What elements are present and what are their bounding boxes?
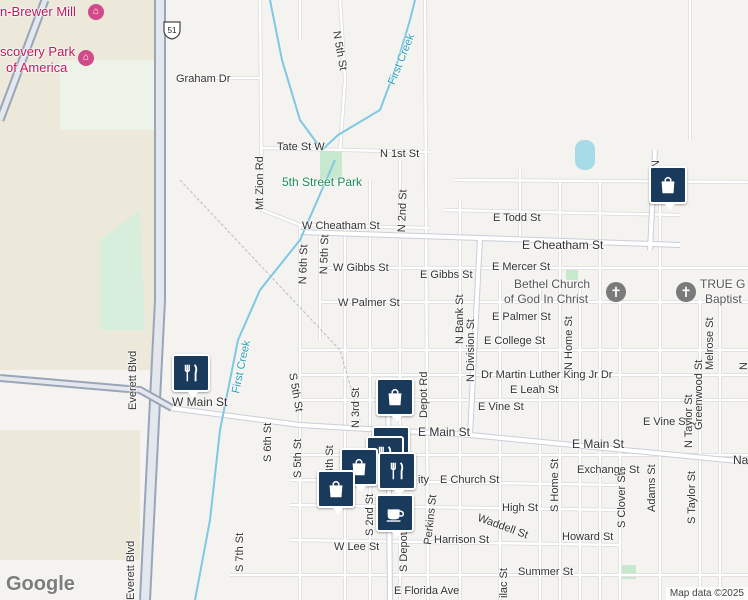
shopping-bag-icon — [329, 480, 343, 498]
shopping-marker[interactable] — [376, 378, 414, 422]
street-label: N Taylor St — [683, 394, 695, 448]
street-label: W Gibbs St — [333, 262, 389, 274]
street-label: Graham Dr — [176, 73, 231, 85]
fork-knife-icon — [184, 364, 198, 382]
street-label: N 3rd St — [350, 387, 362, 428]
museum-icon[interactable]: ⌂ — [78, 50, 94, 66]
street-label: W Cheatham St — [302, 220, 380, 232]
svg-text:51: 51 — [168, 26, 177, 35]
map-canvas[interactable]: 51 n-Brewer Mill ⌂ scovery Park of Ameri… — [0, 0, 748, 600]
street-label: Dr Martin Luther King Jr Dr — [481, 369, 613, 381]
street-label: N 2nd St — [396, 189, 410, 233]
street-label: Howard St — [562, 531, 614, 543]
poi-mill-label[interactable]: n-Brewer Mill — [0, 5, 76, 18]
street-label: S Clover St — [616, 472, 628, 528]
street-label: Depot Rd — [418, 371, 430, 418]
street-label: E Main St — [418, 425, 471, 439]
us-highway-shield: 51 — [163, 21, 181, 40]
street-label: E Palmer St — [492, 311, 551, 323]
church-icon[interactable]: ✝ — [606, 282, 626, 302]
street-label: N 6th St — [297, 244, 311, 285]
street-label: Na — [733, 453, 748, 467]
street-label: E Florida Ave — [394, 585, 460, 597]
street-label: S Home St — [549, 458, 561, 512]
street-label: N 5th St — [318, 234, 332, 275]
street-label: S 2nd St — [364, 493, 376, 536]
fork-knife-icon — [390, 462, 404, 480]
street-label: W Palmer St — [338, 297, 400, 309]
street-label: S Depot — [398, 532, 410, 572]
street-label: Mt Zion Rd — [254, 156, 266, 210]
street-label: E Vine St — [643, 416, 689, 428]
street-label: E Leah St — [510, 384, 559, 396]
street-label: Harrison St — [434, 534, 490, 546]
street-label: ilac St — [498, 568, 510, 598]
street-label: High St — [502, 502, 539, 514]
shopping-marker[interactable] — [649, 166, 687, 210]
shopping-bag-icon — [388, 388, 402, 406]
restaurant-marker[interactable] — [378, 452, 416, 496]
church-icon[interactable]: ✝ — [676, 282, 696, 302]
street-label: S 5th St — [292, 438, 304, 478]
street-label: E Gibbs St — [420, 269, 473, 281]
google-logo[interactable]: Google — [6, 573, 75, 596]
street-label: S 7th St — [234, 532, 246, 572]
street-label: E College St — [484, 335, 546, 347]
street-label: Everett Blvd — [125, 540, 137, 600]
street-label: E Church St — [440, 474, 500, 486]
poi-discovery-park-label-2[interactable]: of America — [6, 61, 67, 74]
street-label: S 6th St — [262, 422, 274, 462]
street-label: W Main St — [172, 395, 228, 409]
poi-true-church-label-1[interactable]: TRUE G — [700, 278, 745, 290]
street-label: S Taylor St — [686, 471, 698, 524]
shopping-marker[interactable] — [317, 470, 355, 514]
street-label: Everett Blvd — [127, 350, 139, 410]
discovery-park-area — [60, 60, 155, 130]
street-label: N — [738, 362, 748, 370]
street-label: Exchange St — [577, 464, 640, 476]
museum-icon[interactable]: ⌂ — [88, 4, 104, 20]
street-label: Melrose St — [704, 317, 716, 370]
street-label: E Mercer St — [492, 261, 551, 273]
street-label: Tate St W — [277, 141, 325, 153]
poi-5th-street-park-label[interactable]: 5th Street Park — [282, 176, 362, 188]
street-label: Summer St — [518, 566, 574, 578]
street-label: Adams St — [646, 464, 658, 512]
street-label: N Home St — [563, 316, 575, 370]
street-label: N Division St — [465, 319, 477, 382]
street-label: ity — [418, 474, 429, 486]
poi-discovery-park-label-1[interactable]: scovery Park — [0, 45, 75, 58]
map-attribution[interactable]: Map data ©2025 — [665, 587, 748, 600]
street-label: W Lee St — [334, 541, 380, 553]
street-label: E Todd St — [493, 212, 541, 224]
poi-bethel-church-label-2[interactable]: of God In Christ — [504, 293, 588, 305]
poi-bethel-church-label-1[interactable]: Bethel Church — [514, 278, 590, 290]
poi-true-church-label-2[interactable]: Baptist — [705, 293, 742, 305]
coffee-cup-icon — [386, 509, 404, 522]
cafe-marker[interactable] — [376, 494, 414, 538]
shopping-bag-icon — [661, 176, 675, 194]
restaurant-marker[interactable] — [172, 354, 210, 398]
street-label: E Cheatham St — [522, 238, 604, 252]
street-label: N 1st St — [380, 148, 420, 160]
industrial-area-south — [0, 430, 140, 560]
street-label: E Main St — [572, 437, 625, 451]
street-label: E Vine St — [478, 401, 524, 413]
pond — [575, 140, 595, 170]
